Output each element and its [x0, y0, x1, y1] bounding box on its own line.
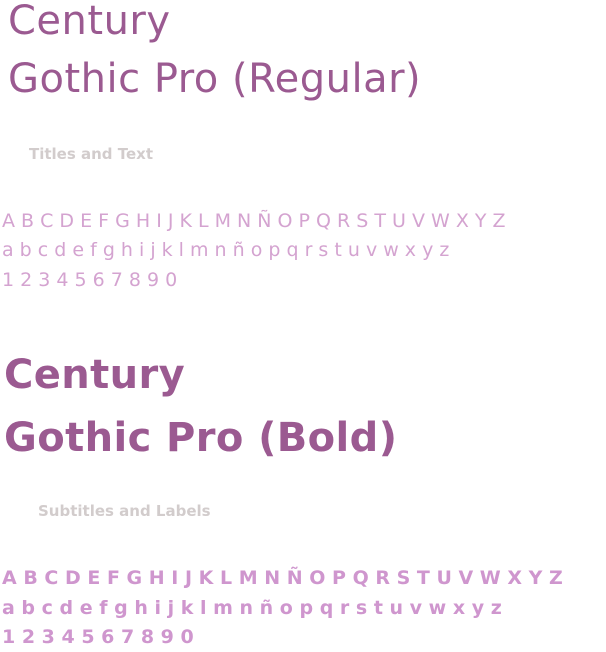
regular-digits: 1 2 3 4 5 6 7 8 9 0 — [2, 269, 178, 291]
bold-lowercase-alphabet: a b c d e f g h i j k l m n ñ o p q r s … — [2, 597, 502, 619]
bold-caption: Subtitles and Labels — [38, 502, 211, 520]
regular-caption: Titles and Text — [29, 145, 154, 163]
regular-lowercase-alphabet: a b c d e f g h i j k l m n ñ o p q r s … — [2, 239, 450, 261]
bold-digits: 1 2 3 4 5 6 7 8 9 0 — [2, 626, 194, 648]
bold-title-line2: Gothic Pro (Bold) — [4, 415, 398, 461]
bold-title-line1: Century — [4, 352, 186, 398]
regular-uppercase-alphabet: A B C D E F G H I J K L M N Ñ O P Q R S … — [2, 210, 506, 232]
regular-title-line2: Gothic Pro (Regular) — [8, 56, 422, 102]
bold-uppercase-alphabet: A B C D E F G H I J K L M N Ñ O P Q R S … — [2, 567, 563, 589]
regular-title-line1: Century — [8, 0, 171, 44]
